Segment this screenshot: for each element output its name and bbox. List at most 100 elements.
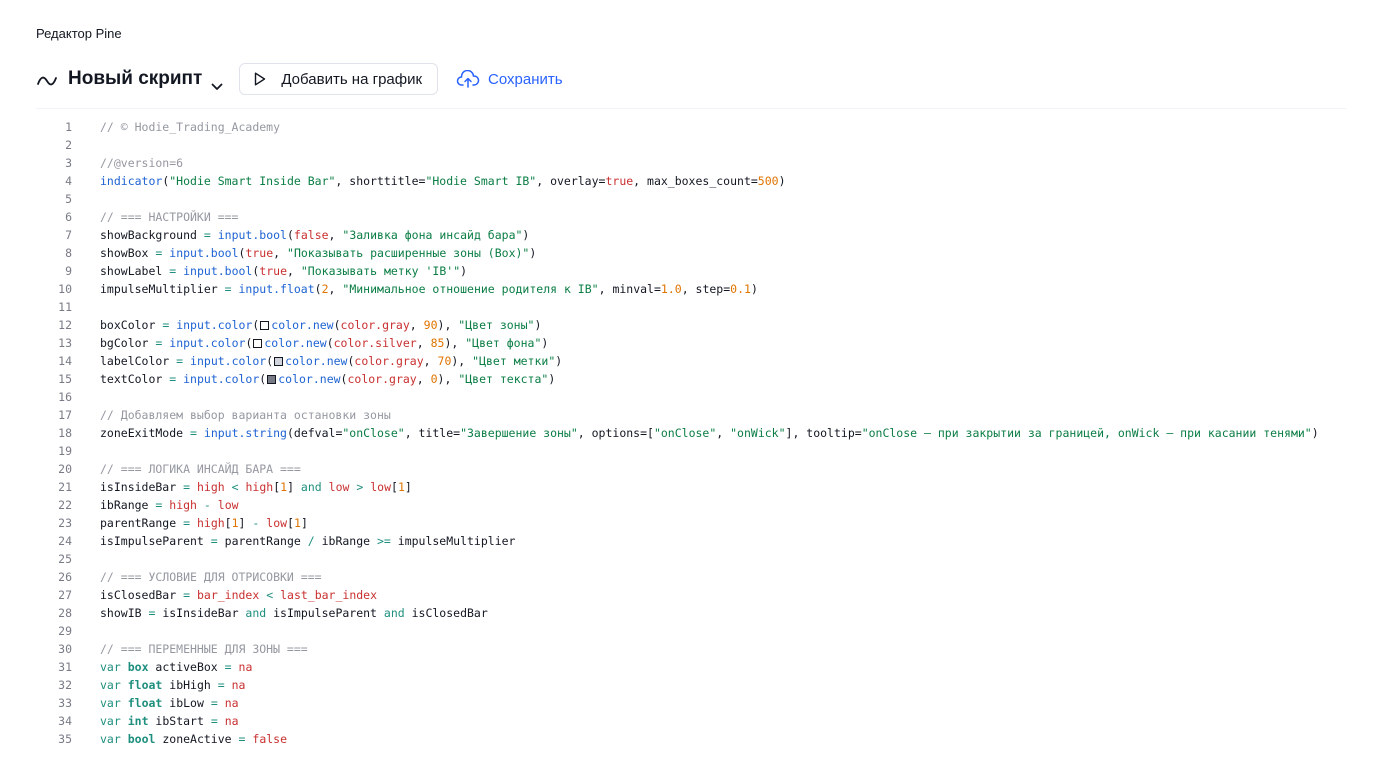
code-line[interactable]: 18 zoneExitMode = input.string(defval="on…	[0, 424, 1376, 442]
code-line[interactable]: 8 showBox = input.bool(true, "Показывать …	[0, 244, 1376, 262]
code-token: input.float	[238, 282, 315, 296]
code-token: ),	[451, 354, 473, 368]
color-swatch[interactable]	[267, 375, 277, 384]
line-number: 32	[58, 678, 72, 692]
line-number: 16	[58, 390, 72, 404]
code-line[interactable]: 13 bgColor = input.color(color.new(color.…	[0, 334, 1376, 352]
code-token: ,	[287, 264, 301, 278]
code-token: and	[383, 606, 405, 620]
code-line[interactable]: 5	[0, 190, 1376, 208]
code-line[interactable]: 15 textColor = input.color(color.new(colo…	[0, 370, 1376, 388]
code-token: =	[210, 714, 218, 728]
code-token: , max_boxes_count=	[633, 174, 758, 188]
line-number: 14	[58, 354, 72, 368]
code-token: low	[328, 480, 350, 494]
code-line[interactable]: 23 parentRange = high[1] - low[1]	[0, 514, 1376, 532]
code-token: =	[183, 480, 191, 494]
code-text: ibRange = high - low	[100, 496, 239, 514]
code-line[interactable]: 14 labelColor = input.color(color.new(col…	[0, 352, 1376, 370]
code-line[interactable]: 17 // Добавляем выбор варианта остановки …	[0, 406, 1376, 424]
code-token: ]	[300, 516, 308, 530]
code-line[interactable]: 20 // === ЛОГИКА ИНСАЙД БАРА ===	[0, 460, 1376, 478]
code-line[interactable]: 2	[0, 136, 1376, 154]
add-to-chart-button[interactable]: Добавить на график	[239, 63, 439, 95]
code-token: false	[252, 732, 288, 746]
panel-title: Редактор Pine	[36, 26, 122, 41]
code-token: showBackground	[100, 228, 204, 242]
code-line[interactable]: 9 showLabel = input.bool(true, "Показыват…	[0, 262, 1376, 280]
code-token: "Hodie Smart IB"	[425, 174, 537, 188]
code-line[interactable]: 12 boxColor = input.color(color.new(color…	[0, 316, 1376, 334]
code-token: bgColor	[100, 336, 156, 350]
code-token: color.gray	[340, 318, 410, 332]
code-line[interactable]: 27 isClosedBar = bar_index < last_bar_ind…	[0, 586, 1376, 604]
save-button[interactable]: Сохранить	[456, 69, 563, 88]
code-line[interactable]: 6 // === НАСТРОЙКИ ===	[0, 208, 1376, 226]
code-token: // Добавляем выбор варианта остановки зо…	[100, 408, 391, 422]
code-line[interactable]: 34 var int ibStart = na	[0, 712, 1376, 730]
line-number: 4	[65, 174, 72, 188]
color-swatch[interactable]	[274, 357, 284, 366]
editor-toolbar: Новый скрипт Добавить на график Сохранит…	[36, 62, 563, 96]
code-token: ,	[328, 282, 343, 296]
code-token: "Цвет фона"	[465, 336, 542, 350]
code-line[interactable]: 32 var float ibHigh = na	[0, 676, 1376, 694]
code-line[interactable]: 35 var bool zoneActive = false	[0, 730, 1376, 748]
code-token: box	[127, 660, 149, 674]
code-token: )	[750, 282, 758, 296]
code-token: showIB	[100, 606, 149, 620]
code-text: bgColor = input.color(color.new(color.si…	[100, 334, 548, 352]
code-token: color.new	[285, 354, 348, 368]
code-line[interactable]: 31 var box activeBox = na	[0, 658, 1376, 676]
code-line[interactable]: 10 impulseMultiplier = input.float(2, "Ми…	[0, 280, 1376, 298]
code-line[interactable]: 19	[0, 442, 1376, 460]
code-token: ),	[437, 318, 459, 332]
code-line[interactable]: 7 showBackground = input.bool(false, "Зал…	[0, 226, 1376, 244]
code-token: // === ПЕРЕМЕННЫЕ ДЛЯ ЗОНЫ ===	[100, 642, 308, 656]
code-line[interactable]: 1 // © Hodie_Trading_Academy	[0, 118, 1376, 136]
code-token: true	[605, 174, 634, 188]
code-line[interactable]: 11	[0, 298, 1376, 316]
code-token: showBox	[100, 246, 156, 260]
code-token: , overlay=	[536, 174, 606, 188]
code-line[interactable]: 21 isInsideBar = high < high[1] and low >…	[0, 478, 1376, 496]
color-swatch[interactable]	[260, 321, 270, 330]
color-swatch[interactable]	[253, 339, 263, 348]
line-number: 29	[58, 624, 72, 638]
code-line[interactable]: 25	[0, 550, 1376, 568]
code-token: input.bool	[183, 264, 253, 278]
code-line[interactable]: 24 isImpulseParent = parentRange / ibRang…	[0, 532, 1376, 550]
code-token: color.gray	[347, 372, 417, 386]
code-line[interactable]: 28 showIB = isInsideBar and isImpulsePare…	[0, 604, 1376, 622]
code-text: boxColor = input.color(color.new(color.g…	[100, 316, 541, 334]
code-line[interactable]: 3 //@version=6	[0, 154, 1376, 172]
code-token: /	[307, 534, 315, 548]
code-text: //@version=6	[100, 154, 183, 172]
code-text: // === ПЕРЕМЕННЫЕ ДЛЯ ЗОНЫ ===	[100, 640, 308, 658]
code-token: bar_index	[196, 588, 260, 602]
code-token: =	[224, 660, 232, 674]
code-token: , minval=	[598, 282, 661, 296]
code-line[interactable]: 26 // === УСЛОВИЕ ДЛЯ ОТРИСОВКИ ===	[0, 568, 1376, 586]
code-line[interactable]: 16	[0, 388, 1376, 406]
script-name-dropdown[interactable]: Новый скрипт	[36, 68, 223, 90]
code-token: input.color	[183, 372, 260, 386]
code-token: ibStart	[148, 714, 211, 728]
code-text: zoneExitMode = input.string(defval="onCl…	[100, 424, 1319, 442]
save-label: Сохранить	[488, 70, 563, 88]
code-token: 70	[437, 354, 452, 368]
code-line[interactable]: 4 indicator("Hodie Smart Inside Bar", sho…	[0, 172, 1376, 190]
code-token: [	[224, 516, 232, 530]
code-token: high	[196, 516, 225, 530]
line-number: 1	[65, 120, 72, 134]
code-line[interactable]: 33 var float ibLow = na	[0, 694, 1376, 712]
code-text: parentRange = high[1] - low[1]	[100, 514, 308, 532]
code-line[interactable]: 29	[0, 622, 1376, 640]
code-line[interactable]: 22 ibRange = high - low	[0, 496, 1376, 514]
code-line[interactable]: 30 // === ПЕРЕМЕННЫЕ ДЛЯ ЗОНЫ ===	[0, 640, 1376, 658]
code-editor[interactable]: 1// © Hodie_Trading_Academy 2 3//@version=…	[0, 118, 1376, 748]
